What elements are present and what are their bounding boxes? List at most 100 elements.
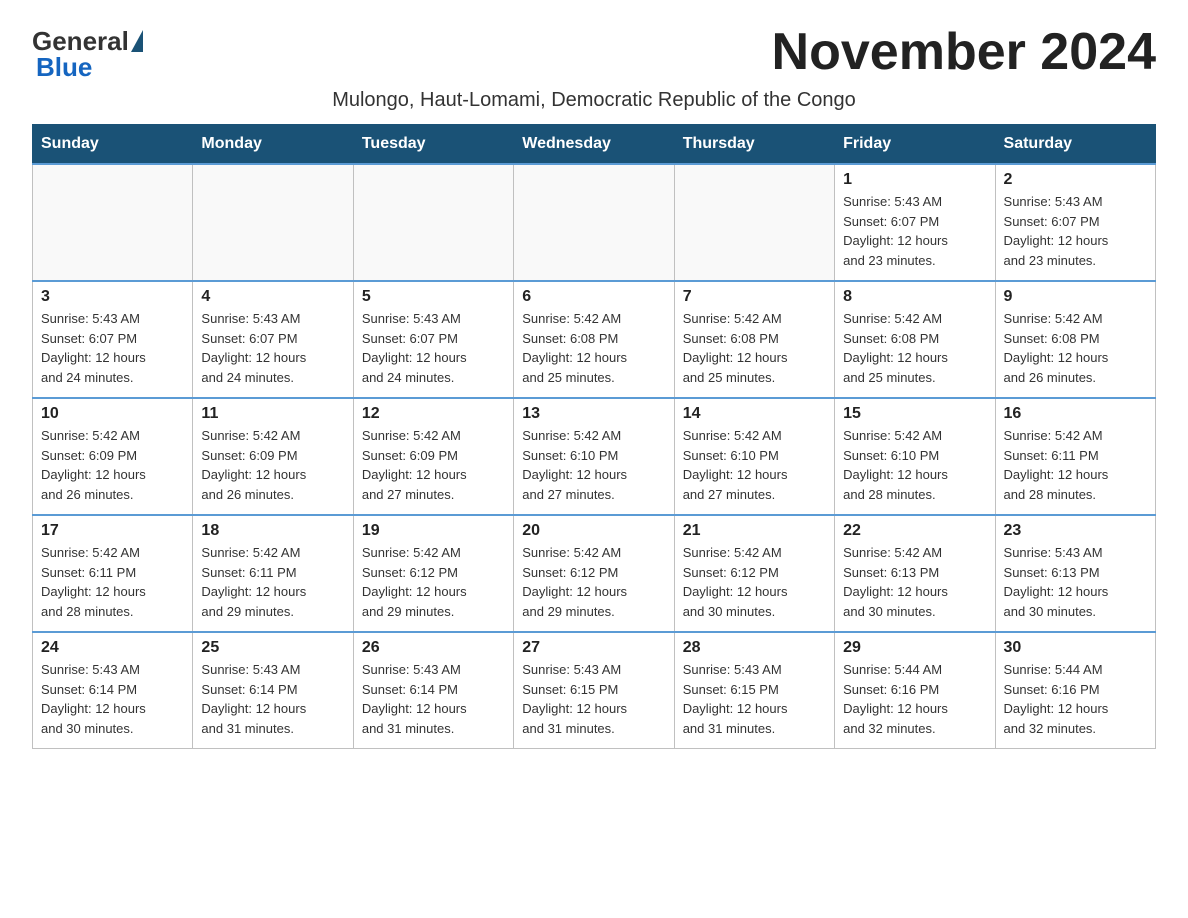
day-number: 27 [522,639,665,657]
day-info: Sunrise: 5:43 AMSunset: 6:13 PMDaylight:… [1004,543,1147,621]
header-day-monday: Monday [193,125,353,165]
header-day-tuesday: Tuesday [353,125,513,165]
day-info: Sunrise: 5:42 AMSunset: 6:10 PMDaylight:… [843,426,986,504]
calendar-cell [353,164,513,281]
calendar-cell: 26 Sunrise: 5:43 AMSunset: 6:14 PMDayligh… [353,632,513,749]
header-day-thursday: Thursday [674,125,834,165]
calendar-cell [514,164,674,281]
header: General Blue November 2024 [32,24,1156,81]
day-number: 15 [843,405,986,423]
day-number: 5 [362,288,505,306]
day-number: 9 [1004,288,1147,306]
logo-general-text: General [32,28,129,54]
calendar: SundayMondayTuesdayWednesdayThursdayFrid… [32,124,1156,749]
calendar-cell: 11 Sunrise: 5:42 AMSunset: 6:09 PMDayligh… [193,398,353,515]
calendar-cell: 14Sunrise: 5:42 AMSunset: 6:10 PMDayligh… [674,398,834,515]
day-info: Sunrise: 5:42 AMSunset: 6:08 PMDaylight:… [683,309,826,387]
day-number: 12 [362,405,505,423]
day-number: 20 [522,522,665,540]
calendar-cell: 2 Sunrise: 5:43 AMSunset: 6:07 PMDaylight… [995,164,1155,281]
calendar-cell: 12 Sunrise: 5:42 AMSunset: 6:09 PMDayligh… [353,398,513,515]
day-number: 30 [1004,639,1147,657]
logo-triangle-icon [131,30,143,52]
day-info: Sunrise: 5:43 AMSunset: 6:14 PMDaylight:… [362,660,505,738]
calendar-cell: 28Sunrise: 5:43 AMSunset: 6:15 PMDayligh… [674,632,834,749]
month-title: November 2024 [772,24,1156,81]
calendar-cell: 24 Sunrise: 5:43 AMSunset: 6:14 PMDayligh… [33,632,193,749]
calendar-cell: 6Sunrise: 5:42 AMSunset: 6:08 PMDaylight… [514,281,674,398]
day-info: Sunrise: 5:42 AMSunset: 6:10 PMDaylight:… [522,426,665,504]
week-row-4: 17 Sunrise: 5:42 AMSunset: 6:11 PMDayligh… [33,515,1156,632]
day-info: Sunrise: 5:42 AMSunset: 6:12 PMDaylight:… [683,543,826,621]
day-number: 21 [683,522,826,540]
calendar-cell: 27 Sunrise: 5:43 AMSunset: 6:15 PMDayligh… [514,632,674,749]
logo: General Blue [32,28,143,80]
day-info: Sunrise: 5:43 AMSunset: 6:07 PMDaylight:… [1004,192,1147,270]
day-info: Sunrise: 5:43 AMSunset: 6:07 PMDaylight:… [41,309,184,387]
calendar-cell: 18Sunrise: 5:42 AMSunset: 6:11 PMDayligh… [193,515,353,632]
calendar-cell: 15 Sunrise: 5:42 AMSunset: 6:10 PMDayligh… [835,398,995,515]
day-info: Sunrise: 5:42 AMSunset: 6:09 PMDaylight:… [41,426,184,504]
day-info: Sunrise: 5:43 AMSunset: 6:15 PMDaylight:… [683,660,826,738]
day-info: Sunrise: 5:42 AMSunset: 6:08 PMDaylight:… [1004,309,1147,387]
day-info: Sunrise: 5:44 AMSunset: 6:16 PMDaylight:… [1004,660,1147,738]
day-number: 26 [362,639,505,657]
week-row-2: 3 Sunrise: 5:43 AMSunset: 6:07 PMDaylight… [33,281,1156,398]
day-info: Sunrise: 5:43 AMSunset: 6:14 PMDaylight:… [41,660,184,738]
day-info: Sunrise: 5:43 AMSunset: 6:15 PMDaylight:… [522,660,665,738]
calendar-cell: 13 Sunrise: 5:42 AMSunset: 6:10 PMDayligh… [514,398,674,515]
calendar-cell: 4Sunrise: 5:43 AMSunset: 6:07 PMDaylight… [193,281,353,398]
calendar-cell: 10Sunrise: 5:42 AMSunset: 6:09 PMDayligh… [33,398,193,515]
day-number: 25 [201,639,344,657]
day-info: Sunrise: 5:42 AMSunset: 6:11 PMDaylight:… [1004,426,1147,504]
day-number: 7 [683,288,826,306]
day-info: Sunrise: 5:42 AMSunset: 6:08 PMDaylight:… [843,309,986,387]
calendar-cell: 17 Sunrise: 5:42 AMSunset: 6:11 PMDayligh… [33,515,193,632]
day-number: 2 [1004,171,1147,189]
day-number: 23 [1004,522,1147,540]
day-number: 18 [201,522,344,540]
header-day-friday: Friday [835,125,995,165]
day-number: 13 [522,405,665,423]
day-info: Sunrise: 5:42 AMSunset: 6:13 PMDaylight:… [843,543,986,621]
calendar-cell: 20 Sunrise: 5:42 AMSunset: 6:12 PMDayligh… [514,515,674,632]
calendar-cell: 19Sunrise: 5:42 AMSunset: 6:12 PMDayligh… [353,515,513,632]
calendar-cell [33,164,193,281]
day-number: 16 [1004,405,1147,423]
calendar-cell: 29 Sunrise: 5:44 AMSunset: 6:16 PMDayligh… [835,632,995,749]
logo-blue-text: Blue [32,54,92,80]
day-number: 3 [41,288,184,306]
day-info: Sunrise: 5:42 AMSunset: 6:09 PMDaylight:… [201,426,344,504]
calendar-cell: 30 Sunrise: 5:44 AMSunset: 6:16 PMDayligh… [995,632,1155,749]
calendar-cell: 22 Sunrise: 5:42 AMSunset: 6:13 PMDayligh… [835,515,995,632]
day-info: Sunrise: 5:43 AMSunset: 6:07 PMDaylight:… [843,192,986,270]
day-number: 17 [41,522,184,540]
day-number: 1 [843,171,986,189]
day-info: Sunrise: 5:42 AMSunset: 6:11 PMDaylight:… [41,543,184,621]
day-info: Sunrise: 5:42 AMSunset: 6:09 PMDaylight:… [362,426,505,504]
calendar-cell: 16 Sunrise: 5:42 AMSunset: 6:11 PMDayligh… [995,398,1155,515]
day-info: Sunrise: 5:44 AMSunset: 6:16 PMDaylight:… [843,660,986,738]
calendar-cell: 5 Sunrise: 5:43 AMSunset: 6:07 PMDaylight… [353,281,513,398]
header-day-sunday: Sunday [33,125,193,165]
calendar-cell [193,164,353,281]
calendar-cell: 9 Sunrise: 5:42 AMSunset: 6:08 PMDaylight… [995,281,1155,398]
day-info: Sunrise: 5:43 AMSunset: 6:07 PMDaylight:… [362,309,505,387]
header-day-wednesday: Wednesday [514,125,674,165]
header-day-saturday: Saturday [995,125,1155,165]
day-number: 8 [843,288,986,306]
calendar-cell [674,164,834,281]
day-number: 22 [843,522,986,540]
day-info: Sunrise: 5:43 AMSunset: 6:14 PMDaylight:… [201,660,344,738]
day-info: Sunrise: 5:42 AMSunset: 6:10 PMDaylight:… [683,426,826,504]
calendar-cell: 7 Sunrise: 5:42 AMSunset: 6:08 PMDaylight… [674,281,834,398]
calendar-header-row: SundayMondayTuesdayWednesdayThursdayFrid… [33,125,1156,165]
day-info: Sunrise: 5:42 AMSunset: 6:12 PMDaylight:… [522,543,665,621]
day-number: 29 [843,639,986,657]
subtitle: Mulongo, Haut-Lomami, Democratic Republi… [32,89,1156,112]
day-number: 11 [201,405,344,423]
calendar-cell: 21 Sunrise: 5:42 AMSunset: 6:12 PMDayligh… [674,515,834,632]
day-number: 6 [522,288,665,306]
calendar-cell: 25 Sunrise: 5:43 AMSunset: 6:14 PMDayligh… [193,632,353,749]
day-number: 24 [41,639,184,657]
